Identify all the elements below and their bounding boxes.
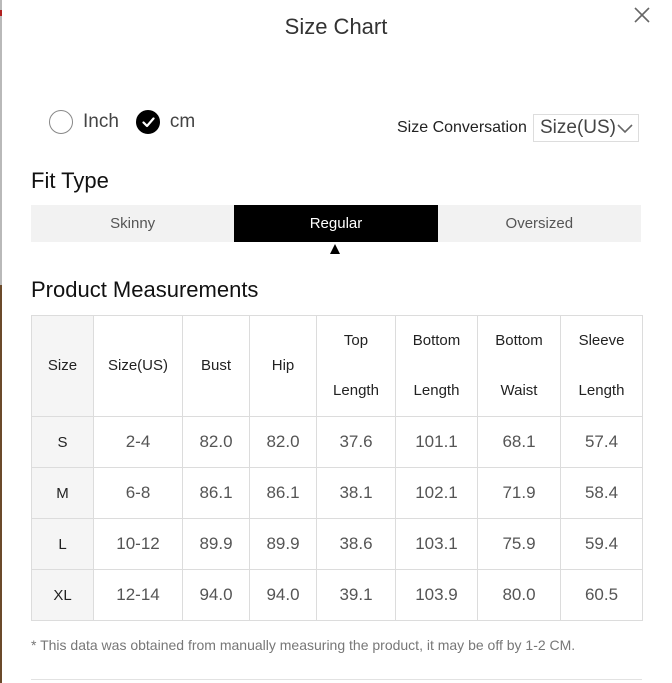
close-button[interactable] <box>632 5 652 25</box>
measurements-table: Size Size(US) Bust Hip Top Length Bottom L… <box>31 315 643 621</box>
table-row: XL 12-14 94.0 94.0 39.1 103.9 80.0 60.5 <box>31 569 643 621</box>
table-cell: 89.9 <box>249 518 317 570</box>
unit-toggle: Inch cm <box>49 108 195 136</box>
fit-type-heading: Fit Type <box>31 168 109 193</box>
table-cell: 6-8 <box>93 467 183 519</box>
table-cell: 86.1 <box>249 467 317 519</box>
background-page-strip <box>0 285 2 683</box>
table-cell: 60.5 <box>560 569 643 621</box>
close-icon[interactable] <box>632 5 652 25</box>
table-header-row: Size Size(US) Bust Hip Top Length Bottom L… <box>31 315 643 417</box>
table-cell: 2-4 <box>93 416 183 468</box>
table-cell: 80.0 <box>477 569 561 621</box>
inch-label: Inch <box>83 111 119 132</box>
triangle-up-icon <box>330 244 340 254</box>
table-cell: 71.9 <box>477 467 561 519</box>
table-cell: 89.9 <box>182 518 250 570</box>
table-row: L 10-12 89.9 89.9 38.6 103.1 75.9 59.4 <box>31 518 643 570</box>
table-cell: 82.0 <box>182 416 250 468</box>
column-header-bottom-length: Bottom Length <box>395 315 478 417</box>
chevron-down-icon <box>617 124 633 134</box>
measurement-disclaimer: * This data was obtained from manually m… <box>31 637 576 653</box>
table-cell: 38.1 <box>316 467 396 519</box>
column-header-sleeve-length: Sleeve Length <box>560 315 643 417</box>
unit-option-cm[interactable]: cm <box>135 110 196 134</box>
table-cell: 37.6 <box>316 416 396 468</box>
tab-skinny[interactable]: Skinny <box>31 205 234 242</box>
background-page-edge <box>0 0 2 683</box>
dialog-title: Size Chart <box>284 14 388 39</box>
table-cell: XL <box>31 569 94 621</box>
column-header-size: Size <box>31 315 94 417</box>
table-cell: 68.1 <box>477 416 561 468</box>
table-cell: 58.4 <box>560 467 643 519</box>
table-cell: 82.0 <box>249 416 317 468</box>
table-cell: 103.1 <box>395 518 478 570</box>
column-header-bust: Bust <box>182 315 250 417</box>
table-cell: 86.1 <box>182 467 250 519</box>
inch-radio[interactable] <box>49 110 73 134</box>
column-header-size-us: Size(US) <box>93 315 183 417</box>
tab-regular[interactable]: Regular <box>234 205 438 242</box>
table-cell: 12-14 <box>93 569 183 621</box>
table-cell: L <box>31 518 94 570</box>
cm-label: cm <box>169 111 196 132</box>
fit-type-tabs: Skinny Regular Oversized <box>31 205 641 242</box>
size-conversion-label: Size Conversation <box>397 119 527 136</box>
table-cell: 10-12 <box>93 518 183 570</box>
column-header-bottom-waist: Bottom Waist <box>477 315 561 417</box>
cm-radio[interactable] <box>135 110 160 134</box>
table-cell: 57.4 <box>560 416 643 468</box>
table-cell: 59.4 <box>560 518 643 570</box>
product-measurements-heading: Product Measurements <box>31 277 259 302</box>
column-header-top-length: Top Length <box>316 315 396 417</box>
column-header-hip: Hip <box>249 315 317 417</box>
check-icon <box>142 117 155 128</box>
table-cell: 94.0 <box>249 569 317 621</box>
table-cell: 103.9 <box>395 569 478 621</box>
table-cell: 75.9 <box>477 518 561 570</box>
table-cell: S <box>31 416 94 468</box>
size-conversion-select[interactable]: Size(US) <box>533 114 639 142</box>
unit-option-inch[interactable]: Inch <box>49 110 119 134</box>
table-cell: 38.6 <box>316 518 396 570</box>
size-conversion-value: Size(US) <box>540 117 617 138</box>
table-cell: 101.1 <box>395 416 478 468</box>
table-cell: 102.1 <box>395 467 478 519</box>
table-cell: M <box>31 467 94 519</box>
table-row: S 2-4 82.0 82.0 37.6 101.1 68.1 57.4 <box>31 416 643 468</box>
table-cell: 39.1 <box>316 569 396 621</box>
table-row: M 6-8 86.1 86.1 38.1 102.1 71.9 58.4 <box>31 467 643 519</box>
table-cell: 94.0 <box>182 569 250 621</box>
tab-oversized[interactable]: Oversized <box>438 205 641 242</box>
divider <box>31 679 642 680</box>
